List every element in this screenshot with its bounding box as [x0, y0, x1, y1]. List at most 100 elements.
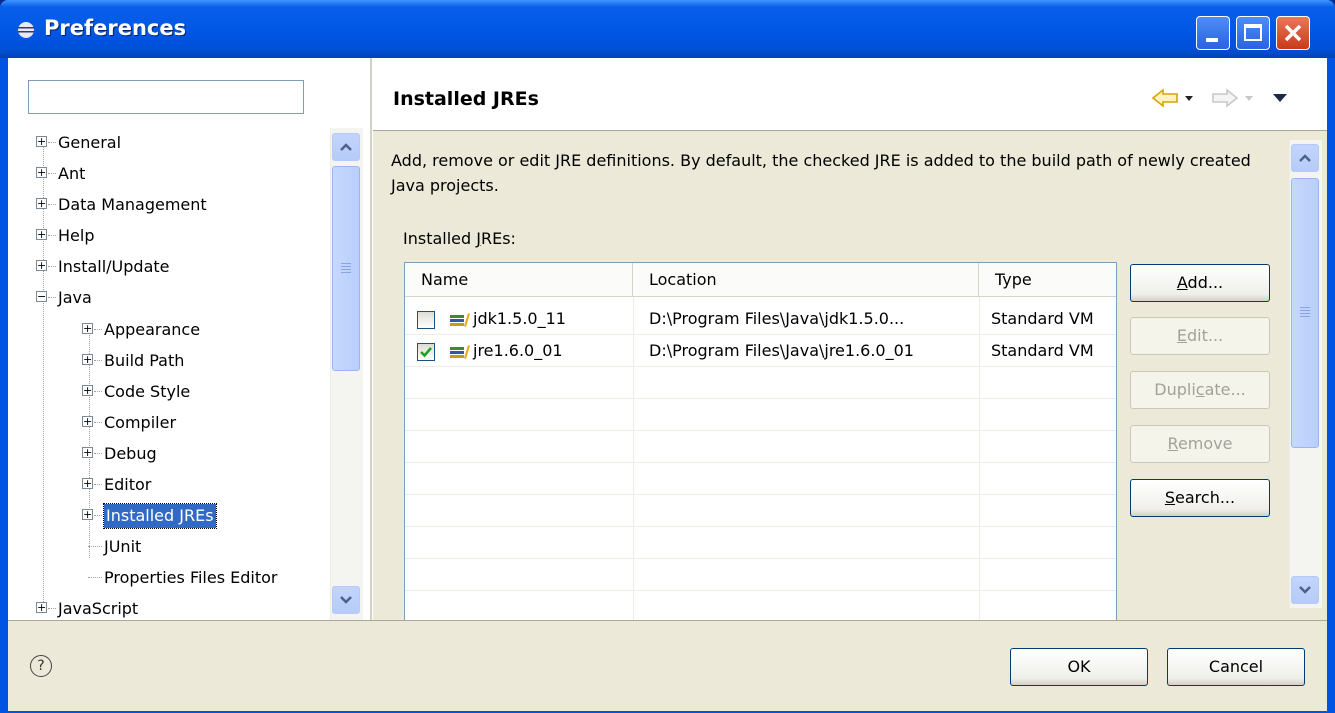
- table-row-empty: [405, 367, 1116, 399]
- table-row-empty: [405, 527, 1116, 559]
- maximize-button[interactable]: [1236, 16, 1270, 50]
- expand-icon[interactable]: +: [36, 229, 47, 240]
- preference-page: Installed JREs Add, remove or edit JRE d…: [373, 58, 1327, 622]
- chevron-up-icon: [340, 143, 352, 151]
- table-row-empty: [405, 559, 1116, 591]
- tree-item-label: Build Path: [104, 351, 185, 370]
- column-header-location[interactable]: Location: [633, 263, 979, 297]
- expand-icon[interactable]: +: [82, 323, 93, 334]
- page-title: Installed JREs: [393, 88, 539, 110]
- edit-button[interactable]: Edit...: [1130, 317, 1270, 355]
- expand-icon[interactable]: +: [82, 478, 93, 489]
- back-dropdown-icon[interactable]: [1185, 96, 1193, 102]
- tree-item-label: Ant: [58, 164, 86, 183]
- tree-item-label: Install/Update: [58, 257, 170, 276]
- jre-checkbox[interactable]: [417, 311, 435, 329]
- jre-location: D:\Program Files\Java\jre1.6.0_01: [649, 341, 914, 360]
- preference-tree-panel: + General + Ant + Data Management + Help…: [8, 58, 370, 620]
- tree-item-label-selected: Installed JREs: [103, 503, 217, 529]
- table-row-empty: [405, 463, 1116, 495]
- jre-type: Standard VM: [991, 309, 1094, 328]
- tree-item-label: Data Management: [58, 195, 207, 214]
- table-row-empty: [405, 399, 1116, 431]
- maximize-icon: [1244, 24, 1262, 41]
- expand-icon[interactable]: +: [82, 509, 93, 520]
- chevron-down-icon: [1299, 586, 1311, 594]
- page-description: Add, remove or edit JRE definitions. By …: [391, 151, 1251, 195]
- tree-item-label: General: [58, 133, 122, 152]
- tree-item-label: JUnit: [104, 537, 142, 556]
- column-header-type[interactable]: Type: [979, 263, 1116, 297]
- dialog-button-bar: ? OK Cancel: [8, 620, 1327, 711]
- tree-item-label: Compiler: [104, 413, 177, 432]
- duplicate-button[interactable]: Duplicate...: [1130, 371, 1270, 409]
- tree-item-label: Help: [58, 226, 95, 245]
- tree-item-label: Java: [58, 288, 92, 307]
- tree-item-label: Editor: [104, 475, 152, 494]
- table-row-empty: [405, 431, 1116, 463]
- scroll-thumb[interactable]: [332, 166, 360, 371]
- chevron-up-icon: [1299, 154, 1311, 162]
- expand-icon[interactable]: +: [82, 416, 93, 427]
- scroll-thumb[interactable]: [1291, 178, 1319, 448]
- window-title: Preferences: [44, 16, 187, 40]
- jre-name: jdk1.5.0_11: [473, 309, 566, 328]
- jre-library-icon: [450, 345, 470, 359]
- installed-jres-label: Installed JREs:: [403, 229, 516, 248]
- checkmark-icon: [420, 347, 432, 358]
- expand-icon[interactable]: +: [82, 447, 93, 458]
- preferences-window: Preferences + General + Ant + Data Manag…: [0, 0, 1335, 713]
- add-button[interactable]: Add...: [1130, 264, 1270, 302]
- jre-location: D:\Program Files\Java\jdk1.5.0...: [649, 309, 905, 328]
- page-header: Installed JREs: [373, 58, 1327, 131]
- minimize-icon: [1206, 38, 1218, 42]
- jre-name: jre1.6.0_01: [473, 341, 563, 360]
- tree-item-label: Code Style: [104, 382, 191, 401]
- minimize-button[interactable]: [1196, 16, 1230, 50]
- forward-arrow-icon: [1212, 88, 1239, 108]
- back-arrow-icon[interactable]: [1151, 88, 1179, 108]
- close-icon: [1284, 24, 1302, 42]
- collapse-icon[interactable]: −: [36, 291, 47, 302]
- column-header-name[interactable]: Name: [405, 263, 633, 297]
- help-icon[interactable]: ?: [30, 655, 52, 677]
- tree-scrollbar[interactable]: [330, 128, 363, 620]
- dialog-client-area: + General + Ant + Data Management + Help…: [8, 58, 1327, 711]
- expand-icon[interactable]: +: [36, 136, 47, 147]
- forward-dropdown-icon: [1245, 96, 1253, 101]
- expand-icon[interactable]: +: [82, 385, 93, 396]
- table-row-empty: [405, 591, 1116, 621]
- expand-icon[interactable]: +: [36, 167, 47, 178]
- tree-item-label: Properties Files Editor: [104, 568, 278, 587]
- table-row[interactable]: jre1.6.0_01 D:\Program Files\Java\jre1.6…: [405, 335, 1116, 367]
- filter-input[interactable]: [28, 80, 304, 114]
- expand-icon[interactable]: +: [82, 354, 93, 365]
- jre-library-icon: [450, 313, 470, 327]
- expand-icon[interactable]: +: [36, 260, 47, 271]
- preferences-app-icon: [18, 22, 34, 38]
- search-button[interactable]: Search...: [1130, 479, 1270, 517]
- scroll-up-arrow[interactable]: [1291, 144, 1319, 172]
- remove-button[interactable]: Remove: [1130, 425, 1270, 463]
- scroll-down-arrow[interactable]: [1291, 576, 1319, 604]
- expand-icon[interactable]: +: [36, 198, 47, 209]
- expand-icon[interactable]: +: [36, 602, 47, 613]
- table-row-empty: [405, 495, 1116, 527]
- ok-button[interactable]: OK: [1010, 648, 1148, 686]
- chevron-down-icon: [340, 596, 352, 604]
- title-bar[interactable]: Preferences: [0, 0, 1335, 58]
- table-row[interactable]: jdk1.5.0_11 D:\Program Files\Java\jdk1.5…: [405, 303, 1116, 335]
- page-scrollbar[interactable]: [1289, 140, 1322, 608]
- jre-table[interactable]: Name Location Type jdk1.5.0_11 D:\Progra…: [404, 262, 1117, 622]
- view-menu-icon[interactable]: [1273, 94, 1287, 103]
- preference-tree: + General + Ant + Data Management + Help…: [8, 128, 330, 622]
- tree-item-label: JavaScript: [58, 599, 139, 618]
- scroll-up-arrow[interactable]: [332, 133, 360, 161]
- jre-type: Standard VM: [991, 341, 1094, 360]
- tree-item-label: Debug: [104, 444, 157, 463]
- close-button[interactable]: [1276, 16, 1310, 50]
- tree-item-label: Appearance: [104, 320, 201, 339]
- jre-checkbox-checked[interactable]: [417, 343, 435, 361]
- scroll-down-arrow[interactable]: [332, 586, 360, 614]
- cancel-button[interactable]: Cancel: [1167, 648, 1305, 686]
